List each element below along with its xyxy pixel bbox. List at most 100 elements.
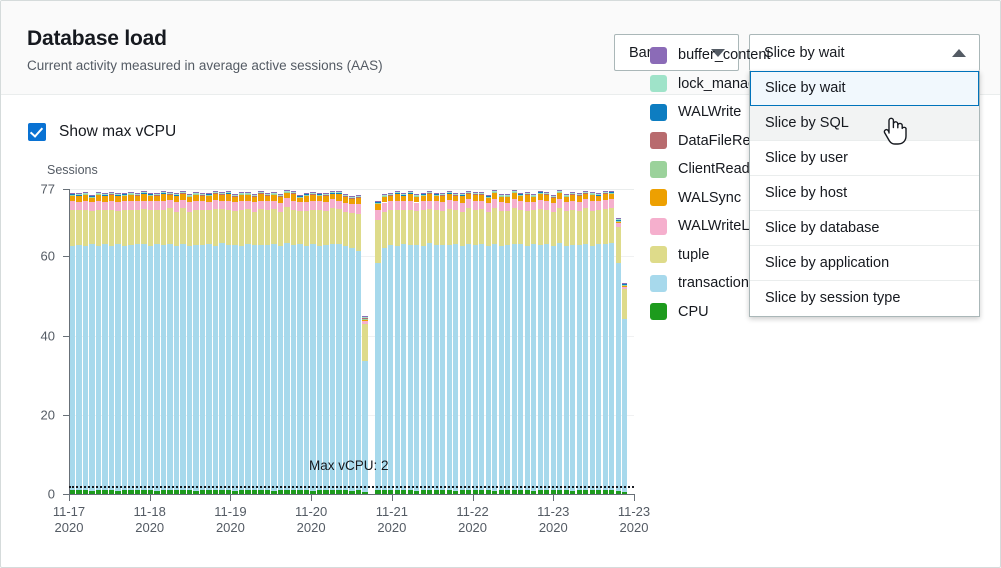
legend-item[interactable]: buffer_content <box>650 41 772 70</box>
chart-bar[interactable] <box>583 191 588 494</box>
chart-bar[interactable] <box>258 191 263 494</box>
chart-bar[interactable] <box>317 193 322 494</box>
chart-bar[interactable] <box>330 191 335 494</box>
chart-bar[interactable] <box>499 194 504 494</box>
chart-bar[interactable] <box>408 191 413 494</box>
chart-bar[interactable] <box>122 193 127 494</box>
chart-bar[interactable] <box>414 194 419 494</box>
chart-bar[interactable] <box>388 193 393 494</box>
chart-bar[interactable] <box>83 192 88 494</box>
chart-bar[interactable] <box>70 193 75 494</box>
bar-segment <box>200 195 205 196</box>
chart-bar[interactable] <box>226 191 231 494</box>
chart-bar[interactable] <box>304 193 309 494</box>
chart-bar[interactable] <box>200 193 205 494</box>
bar-segment <box>96 210 101 246</box>
chart-bar[interactable] <box>525 192 530 494</box>
chart-bar[interactable] <box>336 191 341 494</box>
bar-segment <box>551 212 556 246</box>
show-max-vcpu-checkbox[interactable] <box>28 123 46 141</box>
chart-bar[interactable] <box>187 194 192 494</box>
chart-bar[interactable] <box>395 191 400 494</box>
chart-bar[interactable] <box>460 193 465 494</box>
show-max-vcpu-row[interactable]: Show max vCPU <box>28 122 176 142</box>
slice-by-option-0[interactable]: Slice by wait <box>750 71 979 106</box>
chart-bar[interactable] <box>213 191 218 494</box>
chart-bar[interactable] <box>382 194 387 494</box>
chart-bar[interactable] <box>206 193 211 494</box>
chart-bar[interactable] <box>343 194 348 494</box>
chart-bar[interactable] <box>401 193 406 494</box>
chart-bar[interactable] <box>427 191 432 494</box>
chart-bar[interactable] <box>486 195 491 494</box>
chart-bar[interactable] <box>421 193 426 494</box>
chart-bar[interactable] <box>466 191 471 494</box>
chart-bar[interactable] <box>551 195 556 494</box>
chart-bar[interactable] <box>239 192 244 494</box>
slice-by-option-1[interactable]: Slice by SQL <box>750 106 979 141</box>
chart-bar[interactable] <box>375 201 380 495</box>
chart-bar[interactable] <box>278 194 283 494</box>
chart-bar[interactable] <box>323 193 328 494</box>
chart-bar[interactable] <box>356 195 361 494</box>
chart-bar[interactable] <box>135 193 140 494</box>
chart-bar[interactable] <box>232 194 237 494</box>
chart-bar[interactable] <box>284 190 289 494</box>
chart-bar[interactable] <box>505 194 510 494</box>
chart-bar[interactable] <box>252 194 257 494</box>
chart-bar[interactable] <box>310 192 315 494</box>
chart-bar[interactable] <box>434 193 439 494</box>
chart-bar[interactable] <box>141 191 146 494</box>
chart-bar[interactable] <box>473 192 478 494</box>
slice-by-option-5[interactable]: Slice by application <box>750 246 979 281</box>
chart-bar[interactable] <box>271 192 276 494</box>
chart-bar[interactable] <box>265 193 270 494</box>
chart-bar[interactable] <box>447 191 452 494</box>
chart-bar[interactable] <box>518 193 523 494</box>
slice-by-option-6[interactable]: Slice by session type <box>750 281 979 316</box>
chart-bar[interactable] <box>109 192 114 494</box>
chart-bar[interactable] <box>590 192 595 494</box>
slice-by-select[interactable]: Slice by wait <box>749 34 980 71</box>
chart-bar[interactable] <box>577 193 582 494</box>
chart-bar[interactable] <box>479 192 484 494</box>
slice-by-option-3[interactable]: Slice by host <box>750 176 979 211</box>
chart-bar[interactable] <box>161 191 166 494</box>
chart-bar[interactable] <box>180 191 185 494</box>
chart-bar[interactable] <box>167 192 172 494</box>
slice-by-option-2[interactable]: Slice by user <box>750 141 979 176</box>
chart-bar[interactable] <box>349 196 354 494</box>
chart-bar[interactable] <box>128 192 133 494</box>
chart-bar[interactable] <box>616 218 621 494</box>
chart-bar[interactable] <box>570 192 575 494</box>
chart-bar[interactable] <box>622 282 627 494</box>
chart-bar[interactable] <box>544 192 549 494</box>
chart-bar[interactable] <box>148 193 153 494</box>
chart-bar[interactable] <box>603 191 608 494</box>
chart-bar[interactable] <box>291 191 296 494</box>
chart-bar[interactable] <box>297 195 302 494</box>
bar-segment <box>570 192 575 193</box>
chart-bar[interactable] <box>102 193 107 494</box>
chart-bar[interactable] <box>557 190 562 494</box>
chart-bar[interactable] <box>512 190 517 494</box>
chart-bar[interactable] <box>89 195 94 494</box>
chart-bar[interactable] <box>245 192 250 494</box>
chart-bar[interactable] <box>492 190 497 494</box>
chart-bar[interactable] <box>538 191 543 494</box>
chart-bar[interactable] <box>174 193 179 494</box>
chart-bar[interactable] <box>609 191 614 494</box>
chart-bar[interactable] <box>564 194 569 494</box>
chart-bar[interactable] <box>193 192 198 494</box>
chart-bar[interactable] <box>531 194 536 494</box>
chart-bar[interactable] <box>596 193 601 494</box>
chart-bar[interactable] <box>76 193 81 494</box>
chart-bar[interactable] <box>453 193 458 494</box>
chart-bar[interactable] <box>440 193 445 494</box>
chart-bar[interactable] <box>115 193 120 494</box>
chart-bar[interactable] <box>219 192 224 494</box>
chart-bar[interactable] <box>96 192 101 494</box>
chart-bar[interactable] <box>154 193 159 494</box>
slice-by-option-4[interactable]: Slice by database <box>750 211 979 246</box>
slice-by-dropdown-list[interactable]: Slice by waitSlice by SQLSlice by userSl… <box>749 71 980 317</box>
